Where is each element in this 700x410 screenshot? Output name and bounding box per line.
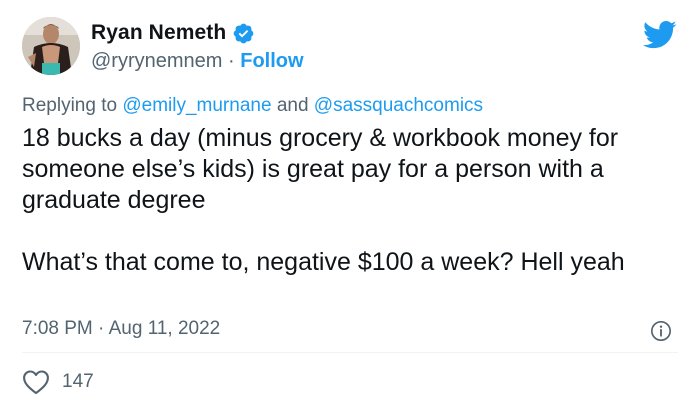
- timestamp-separator: ·: [98, 318, 105, 339]
- twitter-bird-icon[interactable]: [643, 20, 677, 50]
- info-icon[interactable]: [650, 320, 672, 342]
- handle-row: @ryrynemnem · Follow: [91, 50, 304, 73]
- reply-context: Replying to @emily_murnane and @sassquac…: [22, 95, 483, 117]
- tweet-date: Aug 11, 2022: [108, 318, 221, 339]
- like-button[interactable]: 147: [22, 369, 94, 395]
- handle-separator: ·: [228, 50, 235, 72]
- like-count: 147: [62, 371, 94, 392]
- follow-button[interactable]: Follow: [240, 50, 303, 72]
- reply-prefix: Replying to: [22, 95, 118, 116]
- timestamp[interactable]: 7:08 PM · Aug 11, 2022: [22, 318, 220, 340]
- handle[interactable]: @ryrynemnem: [91, 50, 222, 72]
- author-name-row: Ryan Nemeth: [91, 21, 255, 45]
- heart-icon: [23, 370, 49, 395]
- mention-link-2[interactable]: @sassquachcomics: [314, 95, 483, 116]
- tweet-time: 7:08 PM: [22, 318, 93, 339]
- tweet-text: 18 bucks a day (minus grocery & workbook…: [22, 124, 625, 276]
- verified-badge-icon: [233, 23, 254, 43]
- display-name[interactable]: Ryan Nemeth: [91, 21, 226, 45]
- avatar-image: [22, 17, 80, 75]
- tweet-card: Ryan Nemeth @ryrynemnem · Follow Replyin…: [0, 0, 700, 410]
- avatar[interactable]: [22, 17, 80, 75]
- divider: [22, 352, 678, 353]
- mention-link-1[interactable]: @emily_murnane: [122, 95, 271, 116]
- reply-conjunction: and: [276, 95, 309, 116]
